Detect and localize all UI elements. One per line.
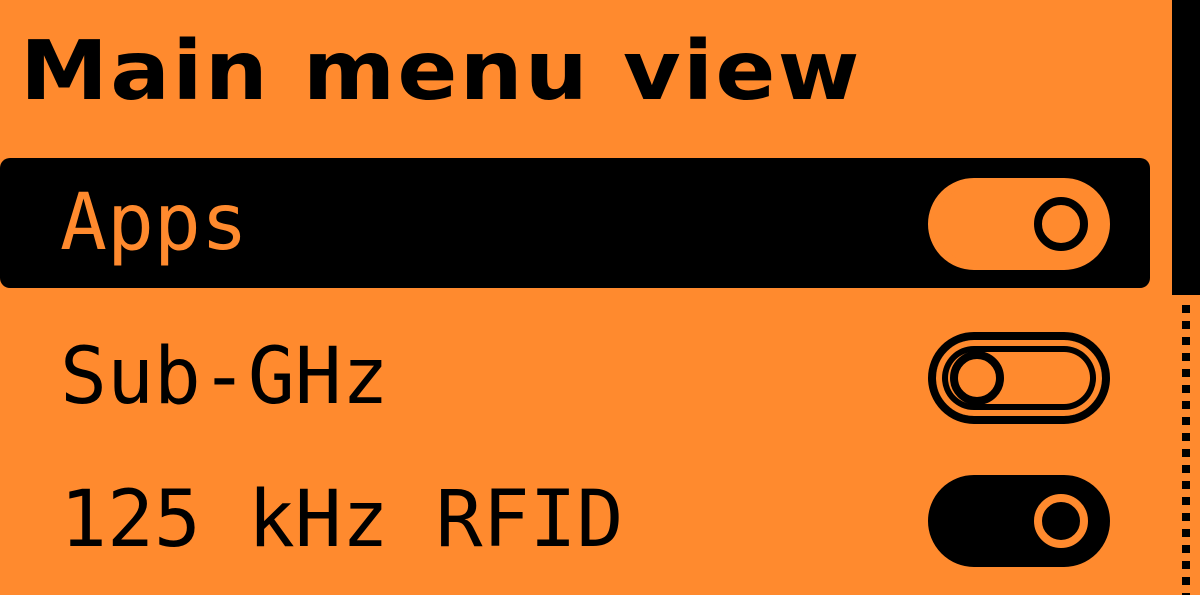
menu-item-125khz-rfid[interactable]: 125 kHz RFID <box>0 455 1150 585</box>
toggle-off-icon[interactable] <box>928 332 1110 424</box>
toggle-on-icon[interactable] <box>928 475 1110 567</box>
menu-item-sub-ghz[interactable]: Sub-GHz <box>0 312 1150 442</box>
menu-item-apps[interactable]: Apps <box>0 158 1150 288</box>
scrollbar[interactable] <box>1172 0 1200 595</box>
toggle-knob <box>950 351 1004 405</box>
device-screen: Main menu view Apps Sub-GHz 125 kHz RFID <box>0 0 1200 595</box>
toggle-on-icon[interactable] <box>928 178 1110 270</box>
page-title: Main menu view <box>20 24 862 119</box>
toggle-knob <box>1034 494 1088 548</box>
toggle-knob <box>1034 197 1088 251</box>
menu-item-label: Apps <box>60 178 248 268</box>
menu-item-label: Sub-GHz <box>60 332 389 422</box>
menu-item-label: 125 kHz RFID <box>60 475 624 565</box>
scroll-thumb[interactable] <box>1172 0 1200 295</box>
scroll-track <box>1182 305 1190 595</box>
